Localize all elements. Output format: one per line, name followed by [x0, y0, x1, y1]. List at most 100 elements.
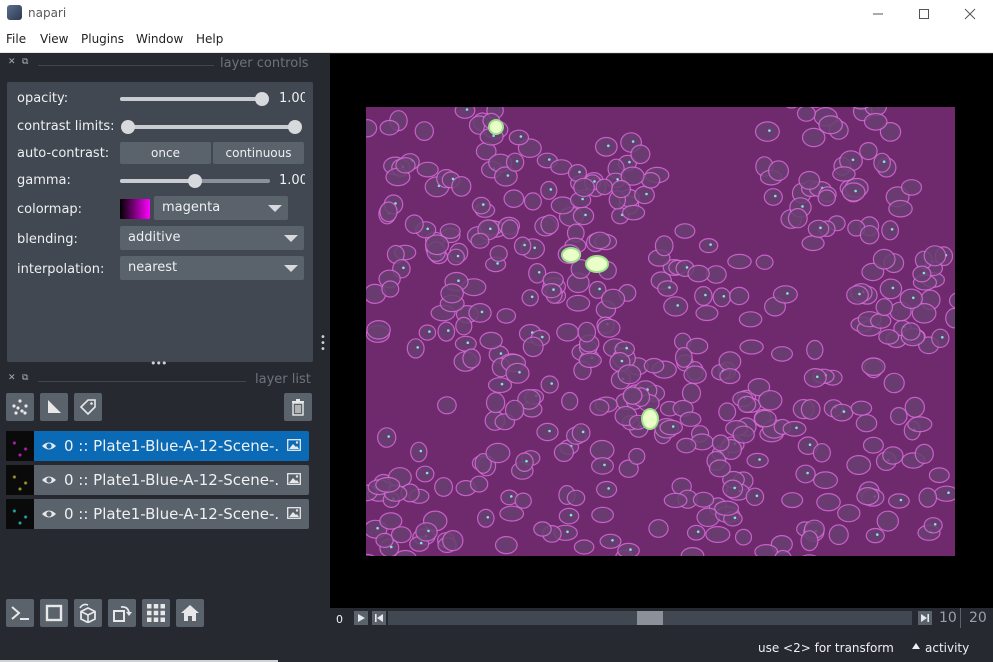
gamma-value[interactable]: 1.00 [279, 173, 305, 188]
new-labels-layer-button[interactable] [74, 393, 102, 421]
interpolation-dropdown[interactable]: nearest [120, 256, 304, 280]
opacity-value[interactable]: 1.00 [279, 91, 305, 106]
close-button[interactable] [947, 0, 993, 28]
cell [455, 316, 473, 336]
cell [806, 339, 824, 360]
gamma-slider-handle[interactable] [188, 174, 202, 188]
contrast-min-handle[interactable] [121, 120, 135, 134]
cell [558, 507, 580, 525]
eye-icon[interactable] [41, 438, 57, 454]
maximize-button[interactable] [901, 0, 947, 28]
new-points-layer-button[interactable] [6, 393, 34, 421]
microscopy-image[interactable] [366, 107, 955, 556]
menu-file[interactable]: File [6, 32, 26, 46]
console-button[interactable] [6, 599, 34, 627]
transpose-dimensions-button[interactable] [108, 599, 136, 627]
cell-nucleus-dot [523, 243, 526, 247]
cell [771, 346, 794, 362]
cell [410, 441, 428, 463]
auto-contrast-once-button[interactable]: once [120, 142, 211, 164]
cell [729, 286, 750, 306]
cell-nucleus-dot [607, 487, 610, 490]
cell [859, 225, 880, 245]
activity-button[interactable]: activity [925, 641, 969, 655]
cell [375, 532, 394, 548]
minimize-icon [873, 13, 883, 15]
cell [505, 362, 530, 384]
eye-icon[interactable] [41, 506, 57, 522]
cell-nucleus-dot [387, 435, 390, 438]
gamma-label: gamma: [17, 173, 71, 188]
contrast-limits-label: contrast limits: [17, 119, 115, 134]
layer-row[interactable]: 0 :: Plate1-Blue-A-12-Scene-... [6, 465, 309, 495]
cell-nucleus-dot [416, 346, 419, 349]
cell-nucleus-dot [552, 288, 555, 291]
layer-name[interactable]: 0 :: Plate1-Blue-A-12-Scene-... [64, 437, 278, 455]
cell [395, 157, 416, 174]
blending-dropdown[interactable]: additive [120, 226, 304, 250]
cell [515, 452, 534, 472]
viewer-canvas[interactable] [330, 54, 993, 608]
maximize-icon [919, 9, 929, 19]
dock-splitter-handle[interactable]: ••• [150, 357, 167, 370]
chevron-down-icon [268, 205, 282, 212]
menu-window[interactable]: Window [136, 32, 183, 46]
cell [479, 331, 503, 350]
reset-view-button[interactable] [176, 599, 204, 627]
menu-plugins[interactable]: Plugins [81, 32, 124, 46]
cell [900, 179, 923, 196]
play-icon[interactable] [354, 611, 368, 625]
auto-contrast-continuous-button[interactable]: continuous [213, 142, 304, 164]
step-back-icon[interactable] [372, 611, 386, 625]
roll-dimensions-button[interactable] [74, 599, 102, 627]
delete-layer-button[interactable] [284, 393, 312, 421]
grid-view-button[interactable] [142, 599, 170, 627]
new-shapes-layer-button[interactable] [40, 393, 68, 421]
cell [566, 294, 591, 312]
cell [680, 547, 705, 556]
dims-current-value[interactable]: 10 [939, 610, 957, 626]
cell-nucleus-dot [569, 513, 573, 517]
layer-thumbnail [6, 499, 34, 529]
cell [556, 323, 580, 342]
cell-nucleus-dot [427, 529, 430, 533]
activity-caret-icon[interactable] [912, 643, 920, 649]
cell [366, 320, 391, 340]
dims-slider-handle[interactable] [637, 611, 663, 625]
cell [451, 175, 472, 197]
cell [861, 357, 886, 377]
cell [686, 524, 706, 541]
layer-name[interactable]: 0 :: Plate1-Blue-A-12-Scene-... [64, 471, 278, 489]
cell-nucleus-dot [631, 140, 635, 143]
interpolation-value: nearest [128, 260, 178, 275]
step-forward-icon[interactable] [918, 611, 932, 625]
eye-icon[interactable] [41, 472, 57, 488]
opacity-slider-handle[interactable] [255, 92, 269, 106]
menu-view[interactable]: View [40, 32, 68, 46]
cell [803, 367, 827, 388]
dims-divider [960, 608, 961, 628]
cell-nucleus-dot [607, 144, 610, 148]
menu-help[interactable]: Help [196, 32, 223, 46]
cell [722, 479, 744, 499]
dock-float-icon[interactable]: ⧉ [22, 57, 28, 67]
cell-nucleus-dot [549, 188, 553, 191]
terminal-icon [11, 606, 29, 620]
colormap-dropdown[interactable]: magenta [154, 196, 288, 220]
vertical-splitter-handle[interactable]: • • • [320, 333, 326, 355]
contrast-max-handle[interactable] [288, 120, 302, 134]
bright-cell [641, 408, 659, 430]
layer-row[interactable]: 0 :: Plate1-Blue-A-12-Scene-... [6, 431, 309, 461]
cell-nucleus-dot [456, 254, 460, 258]
dock-close-icon[interactable]: ✕ [8, 57, 16, 67]
dock-close-icon[interactable]: ✕ [8, 373, 16, 383]
minimize-button[interactable] [855, 0, 901, 28]
status-bar: use <2> for transform activity [0, 634, 993, 662]
cell [873, 152, 891, 173]
cell-nucleus-dot [625, 346, 628, 350]
layer-name[interactable]: 0 :: Plate1-Blue-A-12-Scene-... [64, 505, 278, 523]
toggle-ndisplay-button[interactable] [40, 599, 68, 627]
layer-row[interactable]: 0 :: Plate1-Blue-A-12-Scene-... [6, 499, 309, 529]
dock-float-icon[interactable]: ⧉ [22, 373, 28, 383]
cell [923, 245, 947, 267]
